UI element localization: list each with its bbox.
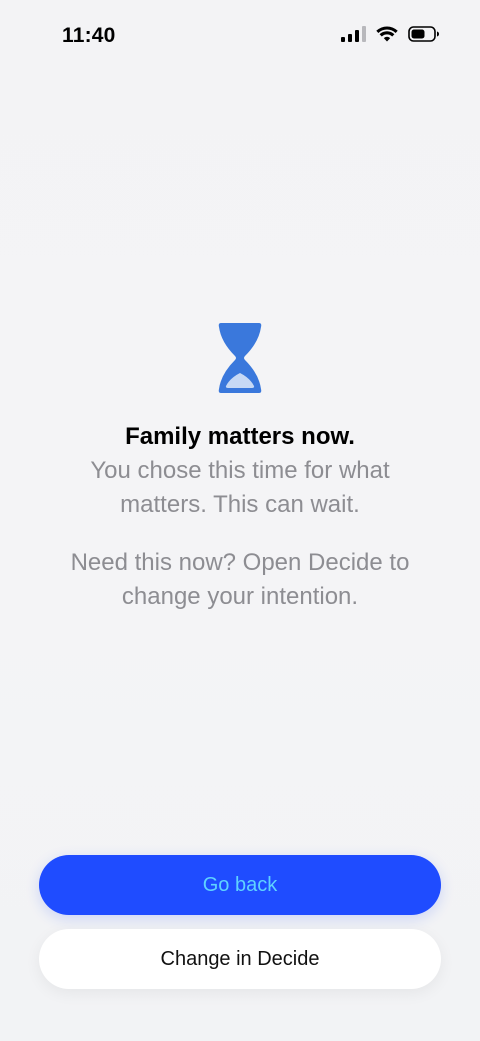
- hint-text: Need this now? Open Decide to change you…: [70, 549, 410, 610]
- screen: 11:40 Family matters now. You chose this…: [0, 0, 480, 1041]
- battery-icon: [408, 26, 439, 42]
- change-in-decide-button[interactable]: Change in Decide: [39, 929, 441, 989]
- go-back-button[interactable]: Go back: [39, 855, 441, 915]
- cellular-signal-icon: [341, 26, 366, 42]
- subtitle-text: You chose this time for what matters. Th…: [90, 457, 390, 518]
- status-icons: [341, 26, 440, 42]
- page-title: Family matters now.: [125, 423, 355, 450]
- status-time: 11:40: [62, 24, 116, 47]
- status-bar: 11:40: [0, 0, 480, 72]
- wifi-icon: [376, 26, 398, 42]
- hourglass-icon: [218, 323, 262, 393]
- blocked-message: Family matters now. You chose this time …: [0, 320, 480, 614]
